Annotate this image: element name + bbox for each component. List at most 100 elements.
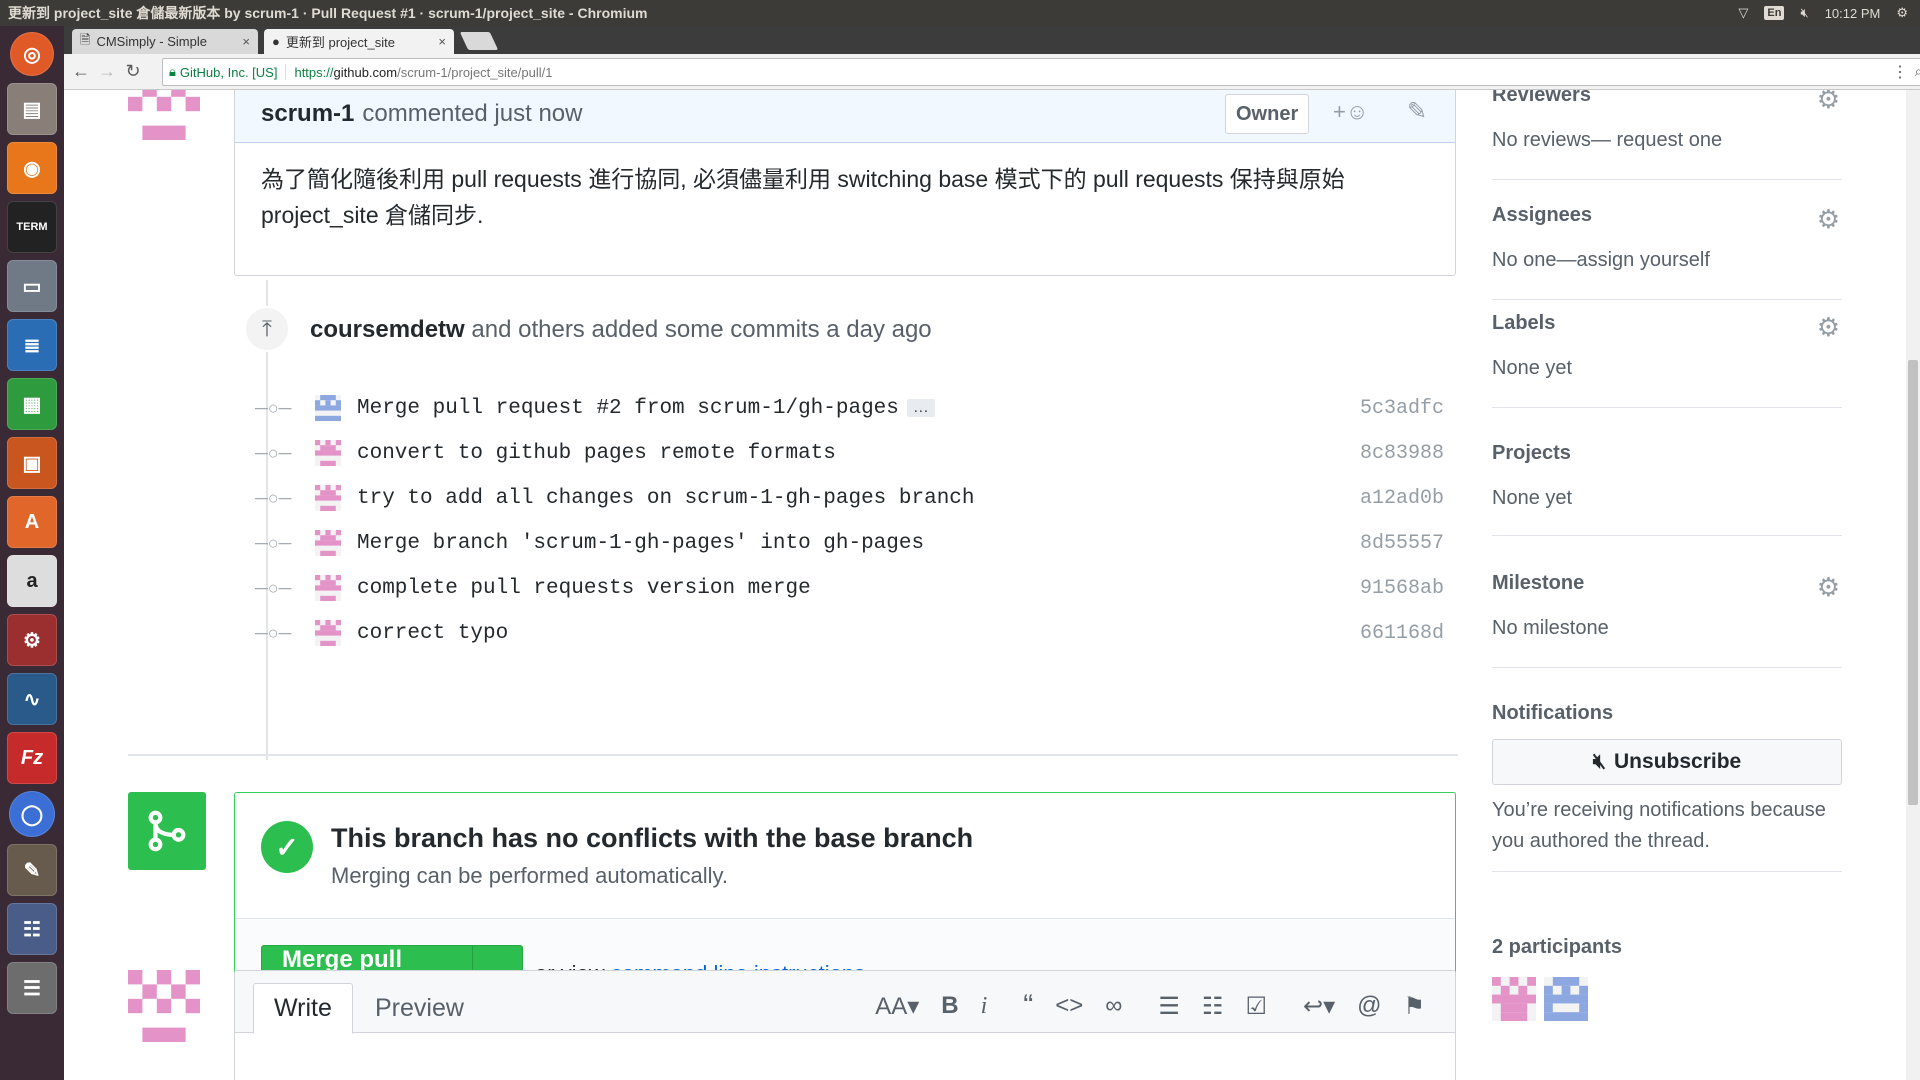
timeline-line — [266, 280, 268, 760]
commit-message[interactable]: convert to github pages remote formats — [357, 442, 836, 465]
browser-menu-icon[interactable]: ⋮ — [1892, 62, 1908, 82]
unsubscribe-button[interactable]: 🔇︎ Unsubscribe — [1492, 739, 1842, 785]
notifications-section: Notifications 🔇︎ Unsubscribe You’re rece… — [1492, 702, 1842, 872]
avatar[interactable] — [315, 530, 341, 556]
volume-muted-icon[interactable]: 🔇︎ — [1800, 5, 1808, 21]
quote-icon[interactable]: “ — [1023, 989, 1033, 1023]
gear-icon[interactable]: ⚙ — [1817, 90, 1840, 115]
commit-sha[interactable]: 91568ab — [1360, 577, 1444, 600]
commit-message[interactable]: Merge pull request #2 from scrum-1/gh-pa… — [357, 397, 899, 420]
identicon-pink — [128, 90, 200, 140]
reviewers-value[interactable]: No reviews— request one — [1492, 129, 1842, 152]
bold-icon[interactable]: B — [941, 992, 958, 1020]
system-settings-icon[interactable]: ⚙ — [7, 614, 57, 666]
avatar[interactable] — [1544, 977, 1588, 1021]
page-scrollbar[interactable] — [1906, 90, 1920, 1080]
bookmark-icon[interactable]: ⚑ — [1403, 992, 1425, 1021]
reload-icon[interactable]: ↻ — [120, 61, 146, 82]
avatar[interactable] — [1492, 977, 1536, 1021]
avatar[interactable] — [315, 575, 341, 601]
keyboard-language-indicator[interactable]: En — [1764, 6, 1785, 20]
code-icon[interactable]: <> — [1055, 992, 1083, 1020]
clock[interactable]: 10:12 PM — [1825, 6, 1881, 21]
close-icon[interactable]: × — [242, 34, 250, 49]
wifi-icon[interactable]: ▽ — [1738, 5, 1748, 21]
new-tab-button[interactable] — [459, 32, 499, 50]
participants-section: 2 participants — [1492, 936, 1842, 1056]
remote-desktop-icon[interactable]: ▭ — [7, 260, 57, 312]
libreoffice-impress-icon[interactable]: ▣ — [7, 437, 57, 489]
gear-icon[interactable]: ⚙ — [1817, 572, 1840, 603]
heading-icon[interactable]: AA▾ — [875, 992, 919, 1021]
settings-gear-icon[interactable]: ⚙ — [1896, 5, 1908, 21]
url-host: github.com — [333, 64, 398, 80]
commit-sha[interactable]: 8c83988 — [1360, 442, 1444, 465]
commit-message[interactable]: try to add all changes on scrum-1-gh-pag… — [357, 487, 975, 510]
commit-row: ─○─ correct typo 661168d — [254, 613, 1454, 653]
gear-icon[interactable]: ⚙ — [1817, 312, 1840, 343]
avatar[interactable] — [315, 440, 341, 466]
avatar[interactable] — [315, 485, 341, 511]
avatar[interactable] — [315, 395, 341, 421]
pr-comment: scrum-1 commented just now Owner +☺ ✎ 為了… — [234, 90, 1456, 276]
file-manager-icon[interactable]: ▤ — [7, 83, 57, 135]
close-icon[interactable]: × — [438, 34, 446, 49]
edit-pencil-icon[interactable]: ✎ — [1407, 97, 1427, 126]
ubuntu-dash-icon[interactable]: ◎ — [10, 32, 54, 76]
scrollbar-thumb[interactable] — [1908, 360, 1918, 805]
commit-sha[interactable]: 8d55557 — [1360, 532, 1444, 555]
address-bar[interactable]: 🔒︎ GitHub, Inc. [US] https://github.com/… — [162, 58, 1920, 86]
italic-icon[interactable]: i — [981, 993, 988, 1020]
avatar[interactable] — [128, 90, 200, 140]
commit-sha[interactable]: a12ad0b — [1360, 487, 1444, 510]
add-reaction-icon[interactable]: +☺ — [1333, 99, 1368, 125]
expand-commit-button[interactable]: … — [906, 399, 935, 417]
gear-icon[interactable]: ⚙ — [1817, 204, 1840, 235]
git-commit-icon: ─○─ — [255, 442, 292, 463]
assignees-value[interactable]: No one—assign yourself — [1492, 249, 1842, 272]
browser-toolbar: ← → ↻ 🔒︎ GitHub, Inc. [US] https://githu… — [64, 54, 1920, 90]
system-tray: ▽ En 🔇︎ 10:12 PM ⚙ — [1738, 0, 1920, 26]
commit-message[interactable]: Merge branch 'scrum-1-gh-pages' into gh-… — [357, 532, 924, 555]
commit-sha[interactable]: 5c3adfc — [1360, 397, 1444, 420]
system-monitor-icon[interactable]: ∿ — [7, 673, 57, 725]
check-icon: ✓ — [261, 821, 313, 873]
zoom-icon[interactable]: ⌕ — [1915, 63, 1920, 80]
chromium-icon[interactable]: ◯ — [9, 791, 55, 837]
tab-preview[interactable]: Preview — [355, 983, 484, 1034]
mention-icon[interactable]: @ — [1357, 992, 1381, 1020]
browser-tab-cmsimply[interactable]: 🗎︎ CMSimply - Simple × — [72, 29, 258, 54]
commit-message[interactable]: correct typo — [357, 622, 508, 645]
software-center-icon[interactable]: A — [7, 496, 57, 548]
browser-tab-pull-request[interactable]: ● 更新到 project_site × — [264, 29, 454, 54]
reply-icon[interactable]: ↩▾ — [1303, 992, 1335, 1021]
link-icon[interactable]: ∞ — [1105, 992, 1122, 1020]
commit-sha[interactable]: 661168d — [1360, 622, 1444, 645]
avatar[interactable] — [315, 620, 341, 646]
firefox-icon[interactable]: ◉ — [7, 142, 57, 194]
workspace-switcher-icon[interactable]: ☷ — [7, 903, 57, 955]
git-commit-icon: ─○─ — [255, 622, 292, 643]
libreoffice-calc-icon[interactable]: ▦ — [7, 378, 57, 430]
numbered-list-icon[interactable]: ☷ — [1202, 992, 1224, 1021]
gimp-icon[interactable]: ✎ — [7, 844, 57, 896]
libreoffice-writer-icon[interactable]: ≣ — [7, 319, 57, 371]
task-list-icon[interactable]: ☑ — [1245, 992, 1267, 1021]
url-text[interactable]: https://github.com/scrum-1/project_site/… — [286, 65, 552, 80]
secure-badge[interactable]: 🔒︎ GitHub, Inc. [US] — [169, 64, 287, 80]
commits-author[interactable]: coursemdetw — [310, 316, 465, 343]
xterm-icon[interactable]: TERM — [7, 201, 57, 253]
back-arrow-icon[interactable]: ← — [68, 61, 94, 82]
trash-icon[interactable]: ☰ — [7, 962, 57, 1014]
tab-write[interactable]: Write — [253, 983, 353, 1034]
tab-label: CMSimply - Simple — [96, 34, 207, 49]
commit-row: ─○─ Merge pull request #2 from scrum-1/gh… — [254, 388, 1454, 428]
filezilla-icon[interactable]: Fz — [7, 732, 57, 784]
bulleted-list-icon[interactable]: ☰ — [1158, 992, 1180, 1021]
forward-arrow-icon[interactable]: → — [94, 61, 120, 82]
avatar[interactable] — [128, 970, 200, 1042]
amazon-icon[interactable]: a — [7, 555, 57, 607]
new-comment-form: Write Preview AA▾ B i “ <> ∞ ☰ ☷ ☑ ↩▾ @ … — [234, 970, 1456, 1080]
comment-author[interactable]: scrum-1 — [261, 100, 354, 128]
commit-message[interactable]: complete pull requests version merge — [357, 577, 811, 600]
